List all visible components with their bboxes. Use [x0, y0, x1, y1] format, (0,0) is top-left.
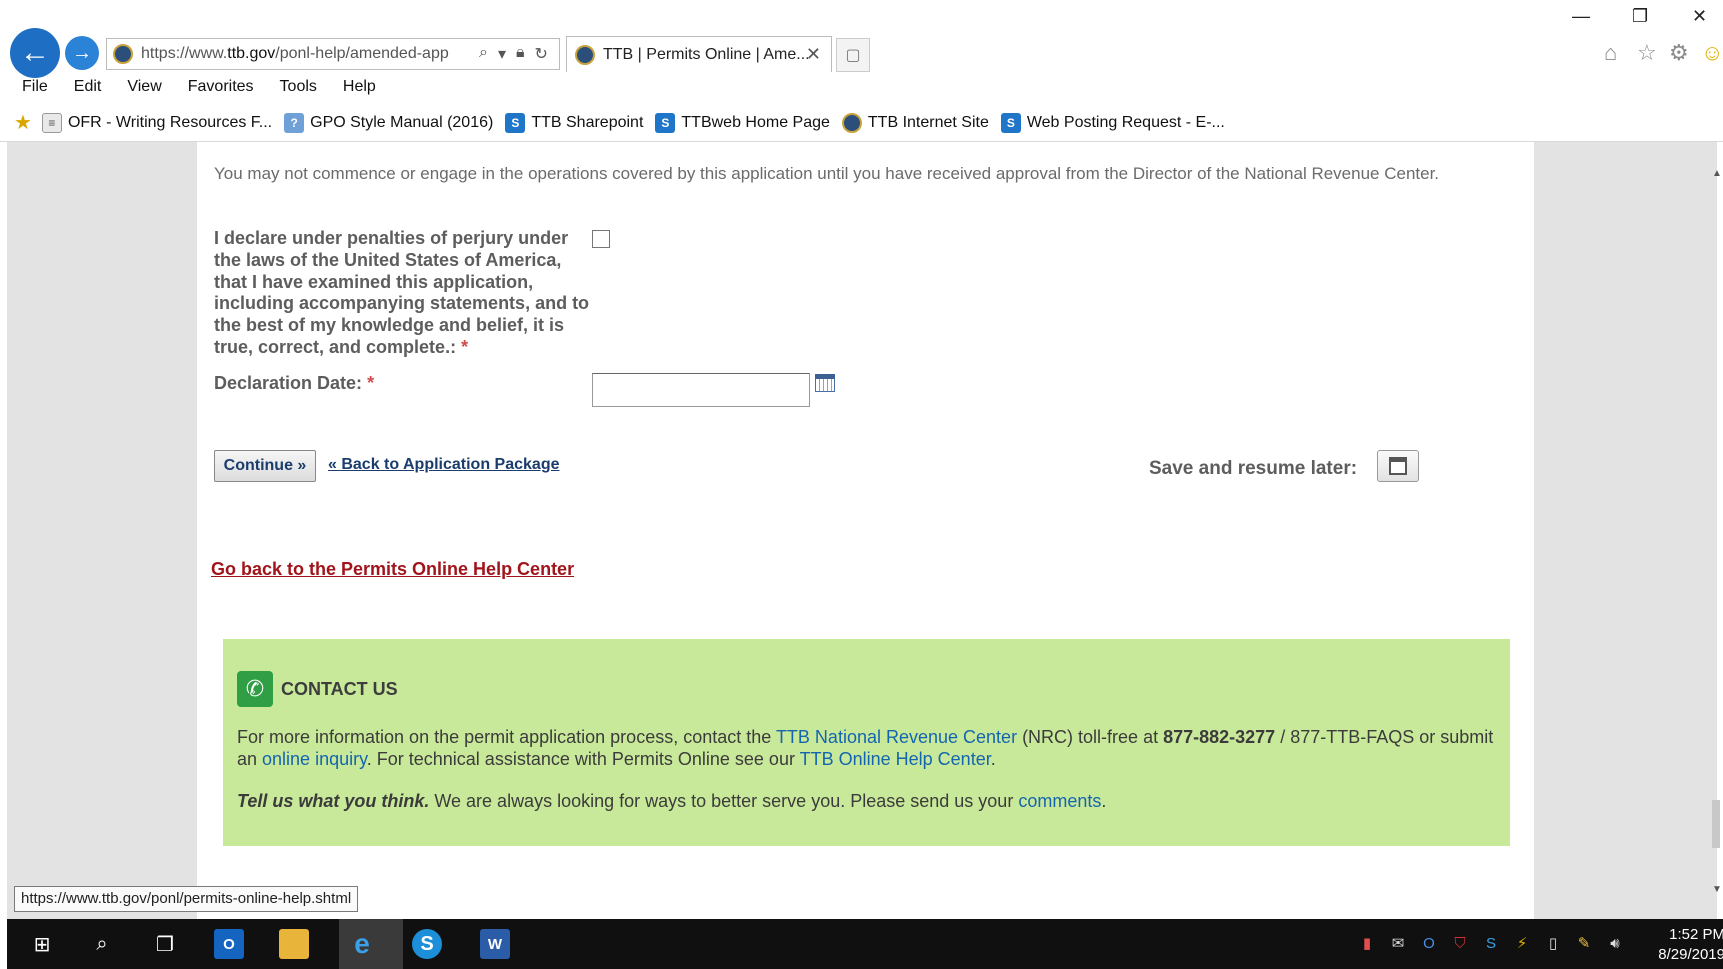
smiley-feedback-icon[interactable]: ☺ [1701, 40, 1723, 66]
menu-file[interactable]: File [22, 78, 48, 96]
contact-info-text: For more information on the permit appli… [237, 727, 1494, 769]
back-to-application-link[interactable]: « Back to Application Package [328, 456, 559, 474]
address-bar[interactable]: https://www.ttb.gov/ponl-help/amended-ap… [106, 38, 560, 70]
sharepoint-icon: S [655, 112, 676, 133]
word-icon[interactable]: W [480, 929, 510, 959]
add-favorite-star-icon[interactable]: ★ [14, 110, 32, 135]
favorite-item[interactable]: S TTB Sharepoint [505, 112, 643, 133]
declaration-date-field[interactable] [592, 373, 810, 407]
favorites-star-icon[interactable]: ☆ [1637, 40, 1657, 66]
ttb-seal-icon [841, 112, 862, 133]
favorites-bar: ★ ≡ OFR - Writing Resources F... ? GPO Sty… [14, 110, 1237, 135]
save-resume-label: Save and resume later: [1149, 458, 1358, 479]
tray-device-icon[interactable]: ▯ [1543, 933, 1563, 953]
approval-notice: You may not commence or engage in the op… [214, 164, 1440, 183]
tray-shield-icon[interactable]: ⛉ [1450, 933, 1470, 953]
skype-icon[interactable]: S [412, 929, 442, 959]
menu-tools[interactable]: Tools [280, 78, 317, 96]
internet-explorer-icon[interactable]: e [347, 928, 377, 959]
refresh-icon[interactable]: ↻ [535, 44, 548, 64]
new-tab-button[interactable]: ▢ [836, 38, 870, 72]
feedback-text: Tell us what you think. We are always lo… [237, 791, 1107, 811]
taskbar: ⊞ ⌕ ❐ O e S W ▮ ✉ O ⛉ S ⚡ ▯ ✎ 🔊︎ 1:52 PM… [7, 919, 1723, 969]
menu-favorites[interactable]: Favorites [188, 78, 254, 96]
tray-usb-icon[interactable]: ▮ [1357, 933, 1377, 953]
declaration-date-label: Declaration Date: * [214, 373, 375, 393]
sharepoint-icon: S [505, 112, 526, 133]
lock-icon[interactable]: 🔒︎ [516, 44, 525, 64]
menu-view[interactable]: View [127, 78, 161, 96]
required-marker: * [367, 373, 375, 393]
favorite-item[interactable]: TTB Internet Site [841, 112, 989, 133]
tab-favicon [575, 44, 595, 65]
menu-edit[interactable]: Edit [74, 78, 102, 96]
favorite-item[interactable]: ≡ OFR - Writing Resources F... [41, 112, 272, 133]
back-arrow-icon[interactable]: ← [10, 28, 60, 78]
site-seal-icon [113, 44, 133, 64]
tray-skype-icon[interactable]: S [1481, 933, 1501, 953]
phone-number: 877-882-3277 [1163, 727, 1276, 747]
close-window-icon[interactable]: ✕ [1692, 6, 1707, 27]
save-resume-button[interactable] [1377, 450, 1419, 482]
home-icon[interactable]: ⌂ [1604, 40, 1617, 66]
file-explorer-icon[interactable] [279, 929, 309, 959]
favorite-item[interactable]: ? GPO Style Manual (2016) [284, 112, 493, 133]
windows-start-icon[interactable]: ⊞ [27, 929, 57, 959]
page-content: You may not commence or engage in the op… [197, 142, 1534, 919]
scroll-down-arrow-icon[interactable]: ▼ [1712, 884, 1722, 895]
restore-icon[interactable]: ❐ [1632, 6, 1648, 27]
floppy-disk-icon [1389, 457, 1407, 475]
scrollbar-thumb[interactable] [1712, 800, 1720, 848]
tray-outlook-icon[interactable]: O [1419, 933, 1439, 953]
declaration-text: I declare under penalties of perjury und… [214, 228, 590, 357]
outlook-icon[interactable]: O [214, 929, 244, 959]
continue-button[interactable]: Continue » [214, 450, 316, 482]
contact-us-panel: ✆ CONTACT US For more information on the… [223, 639, 1510, 846]
url-text[interactable]: https://www.ttb.gov/ponl-help/amended-ap… [141, 45, 471, 63]
volume-icon[interactable]: 🔊︎ [1605, 933, 1625, 953]
gpo-icon: ? [284, 112, 305, 133]
system-clock[interactable]: 1:52 PM 8/29/2019 [1647, 925, 1723, 965]
search-icon[interactable]: ⌕ [87, 929, 117, 959]
clock-time: 1:52 PM [1669, 926, 1723, 943]
gear-icon[interactable]: ⚙ [1669, 40, 1689, 66]
comments-link[interactable]: comments [1018, 791, 1101, 811]
clock-date: 8/29/2019 [1658, 946, 1723, 963]
help-center-link[interactable]: Go back to the Permits Online Help Cente… [211, 559, 574, 580]
search-icon[interactable]: ⌕ [479, 44, 488, 64]
calendar-icon[interactable] [815, 374, 835, 392]
forward-arrow-icon[interactable]: → [65, 36, 99, 70]
declaration-checkbox[interactable] [592, 230, 610, 248]
contact-title: CONTACT US [281, 679, 398, 699]
required-marker: * [461, 336, 469, 357]
nrc-link[interactable]: TTB National Revenue Center [776, 727, 1017, 747]
scroll-up-arrow-icon[interactable]: ▲ [1712, 168, 1722, 179]
tray-mail-icon[interactable]: ✉ [1388, 933, 1408, 953]
phone-icon: ✆ [237, 671, 273, 707]
favorite-item[interactable]: S Web Posting Request - E-... [1000, 112, 1225, 133]
status-bar-url: https://www.ttb.gov/ponl/permits-online-… [14, 886, 359, 912]
close-tab-icon[interactable]: ✕ [806, 44, 821, 65]
favorite-item[interactable]: S TTBweb Home Page [655, 112, 830, 133]
online-help-center-link[interactable]: TTB Online Help Center [800, 749, 991, 769]
minimize-icon[interactable]: — [1572, 6, 1590, 27]
dropdown-icon[interactable]: ▾ [498, 44, 506, 64]
menu-bar: File Edit View Favorites Tools Help [22, 78, 402, 96]
menu-help[interactable]: Help [343, 78, 376, 96]
sharepoint-icon: S [1000, 112, 1021, 133]
tray-notes-icon[interactable]: ✎ [1574, 933, 1594, 953]
browser-tab[interactable]: TTB | Permits Online | Ame... ✕ [566, 36, 832, 72]
tray-network-icon[interactable]: ⚡ [1512, 933, 1532, 953]
online-inquiry-link[interactable]: online inquiry [262, 749, 367, 769]
browser-chrome: ← → https://www.ttb.gov/ponl-help/amende… [0, 0, 1723, 142]
page-icon: ≡ [41, 112, 62, 133]
tab-title: TTB | Permits Online | Ame... [603, 45, 810, 63]
task-view-icon[interactable]: ❐ [150, 929, 180, 959]
